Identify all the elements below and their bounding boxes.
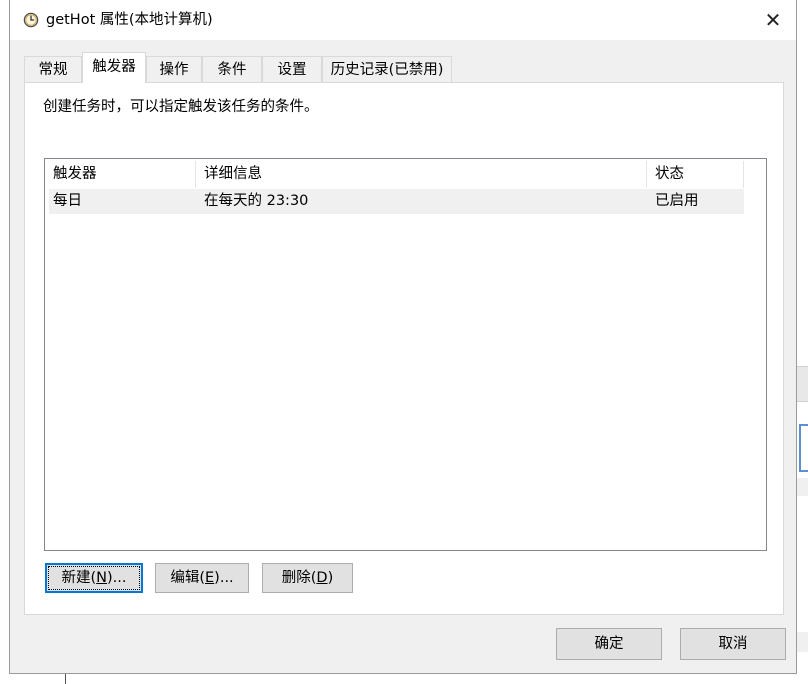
delete-trigger-button[interactable]: 删除(D) — [262, 563, 353, 593]
close-icon: ✕ — [764, 8, 782, 32]
panel-description: 创建任务时，可以指定触发该任务的条件。 — [43, 99, 319, 115]
triggers-list[interactable]: 触发器 详细信息 状态 每日 在每天的 23:30 已启用 — [44, 158, 767, 551]
column-header-status[interactable]: 状态 — [647, 161, 744, 188]
background-window-edge — [797, 0, 808, 684]
properties-dialog: getHot 属性(本地计算机) ✕ 常规 触发器 操作 条件 设置 历史记录(… — [9, 0, 797, 674]
delete-button-suffix: ) — [327, 570, 334, 586]
delete-button-mnemonic: D — [316, 570, 328, 586]
list-header: 触发器 详细信息 状态 — [45, 161, 745, 188]
tab-conditions[interactable]: 条件 — [202, 56, 262, 82]
title-bar[interactable]: getHot 属性(本地计算机) ✕ — [10, 0, 796, 40]
cancel-button[interactable]: 取消 — [680, 628, 786, 660]
background-fragment — [797, 478, 808, 496]
window-title: getHot 属性(本地计算机) — [46, 12, 213, 28]
background-fragment — [797, 632, 808, 652]
tab-settings[interactable]: 设置 — [262, 56, 322, 82]
tab-actions[interactable]: 操作 — [146, 56, 202, 82]
row-details-cell: 在每天的 23:30 — [204, 193, 309, 209]
tab-history[interactable]: 历史记录(已禁用) — [322, 56, 452, 82]
background-window-edge — [0, 674, 808, 684]
tab-triggers[interactable]: 触发器 — [82, 52, 146, 83]
tab-general[interactable]: 常规 — [24, 56, 82, 82]
table-row[interactable]: 每日 在每天的 23:30 已启用 — [49, 189, 744, 214]
clock-icon — [23, 12, 39, 28]
edit-button-suffix: )... — [214, 570, 234, 586]
row-status-cell: 已启用 — [655, 193, 699, 209]
ok-button[interactable]: 确定 — [556, 628, 662, 660]
column-header-trigger[interactable]: 触发器 — [45, 161, 196, 188]
background-divider — [65, 674, 66, 684]
focus-rectangle — [48, 566, 140, 590]
background-fragment — [797, 366, 808, 402]
column-header-details[interactable]: 详细信息 — [196, 161, 647, 188]
background-fragment — [799, 424, 808, 472]
delete-button-label: 删除( — [281, 570, 317, 586]
triggers-tab-panel: 创建任务时，可以指定触发该任务的条件。 触发器 详细信息 状态 每日 在每天的 … — [24, 82, 784, 615]
row-trigger-cell: 每日 — [53, 193, 82, 209]
edit-trigger-button[interactable]: 编辑(E)... — [155, 563, 249, 593]
new-trigger-button[interactable]: 新建(N)... — [45, 563, 143, 593]
close-button[interactable]: ✕ — [750, 0, 796, 40]
edit-button-label: 编辑( — [170, 570, 205, 586]
edit-button-mnemonic: E — [205, 570, 215, 586]
